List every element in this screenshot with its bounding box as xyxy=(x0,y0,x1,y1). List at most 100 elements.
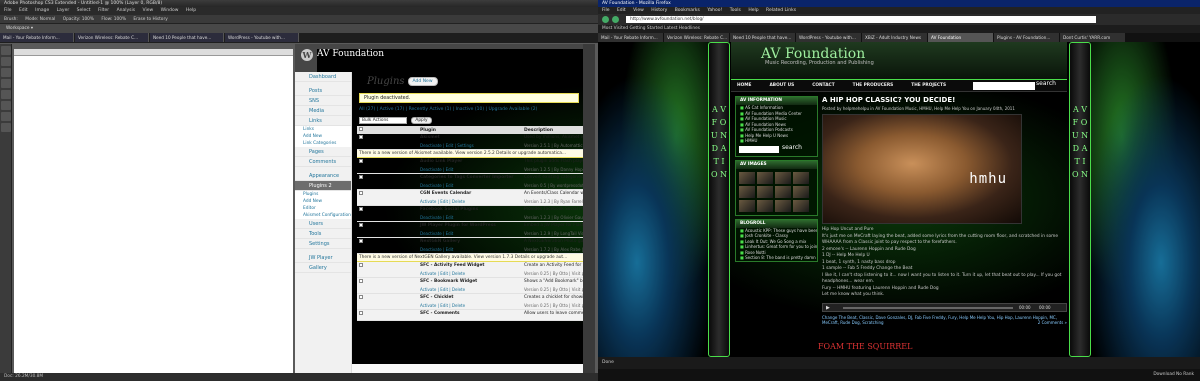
ps-menu-view[interactable]: View xyxy=(143,8,154,13)
workspace-button[interactable]: Workspace ▾ xyxy=(0,24,598,33)
sidebar-search-input[interactable] xyxy=(739,145,779,153)
thumbnail[interactable] xyxy=(739,185,755,198)
plugin-checkbox[interactable] xyxy=(357,221,418,238)
plugin-checkbox[interactable] xyxy=(357,237,418,254)
plugin-filters[interactable]: All (27) | Active (17) | Recently Active… xyxy=(359,106,579,114)
ff-menu-yahoo[interactable]: Yahoo! xyxy=(707,8,722,13)
document-canvas[interactable] xyxy=(14,56,293,374)
brush-option[interactable]: Brush: xyxy=(4,17,18,22)
ff-menu-view[interactable]: View xyxy=(633,8,644,13)
thumbnail[interactable] xyxy=(739,171,755,184)
opacity-option[interactable]: Opacity: 100% xyxy=(63,17,94,22)
plugin-actions[interactable]: Deactivate | Edit xyxy=(420,215,520,220)
sidebar-item-comments[interactable]: Comments xyxy=(295,157,351,167)
sidebar-item-jw-player[interactable]: JW Player xyxy=(295,253,351,263)
comments-link[interactable]: 2 Comments » xyxy=(1038,320,1067,326)
ps-tab[interactable]: Mail - Your Rebate Inform... xyxy=(0,33,74,42)
sidebar-sub-links[interactable]: Links xyxy=(295,126,351,133)
sidebar-item-pages[interactable]: Pages xyxy=(295,147,351,157)
ff-menu-file[interactable]: File xyxy=(602,8,610,13)
plugin-checkbox[interactable] xyxy=(357,157,418,174)
sidebar-sub-akismet-config[interactable]: Akismet Configuration xyxy=(295,212,351,219)
text-tool-icon[interactable] xyxy=(1,112,11,121)
thumbnail[interactable] xyxy=(775,199,791,212)
thumbnail[interactable] xyxy=(775,185,791,198)
sidebar-sub-add-new-link[interactable]: Add New xyxy=(295,133,351,140)
site-search-button[interactable]: search xyxy=(1036,80,1056,87)
sidebar-item-users[interactable]: Users xyxy=(295,219,351,229)
audio-player[interactable]: ▶ 00:00 00:00 xyxy=(822,302,1067,312)
blogroll-link[interactable]: Linhertus: Great form for you to join xyxy=(736,244,817,250)
ps-menu-help[interactable]: Help xyxy=(186,8,196,13)
sidebar-item-gallery[interactable]: Gallery xyxy=(295,263,351,273)
play-icon[interactable]: ▶ xyxy=(826,305,830,311)
sidebar-sub-link-categories[interactable]: Link Categories xyxy=(295,140,351,147)
ps-menu-filter[interactable]: Filter xyxy=(98,8,109,13)
plugin-actions[interactable]: Activate | Edit | Delete xyxy=(420,287,520,292)
hand-tool-icon[interactable] xyxy=(1,123,11,132)
plugin-version[interactable]: Version 1.2.5 | By Danny Hope | Visit pl… xyxy=(524,167,583,172)
ff-menu-related[interactable]: Related Links xyxy=(766,8,796,13)
ps-menu-analysis[interactable]: Analysis xyxy=(117,8,136,13)
plugin-version[interactable]: Version 1.2.9 | By LongTail Video Inc. |… xyxy=(524,231,583,236)
bulk-actions-select[interactable]: Bulk Actions xyxy=(359,117,407,124)
plugin-version[interactable]: Version 1.7.2 | By Alex Rabe | Visit plu… xyxy=(524,247,583,252)
flow-option[interactable]: Flow: 100% xyxy=(101,17,126,22)
ps-menu-image[interactable]: Image xyxy=(35,8,49,13)
ps-menu-layer[interactable]: Layer xyxy=(57,8,70,13)
browser-tab[interactable]: Dont Curtis' YARR.com xyxy=(1060,33,1125,42)
sidebar-search-button[interactable]: search xyxy=(782,144,802,151)
plugin-version[interactable]: Version 1.2.3 | By Olivier Gauvain | Vis… xyxy=(524,215,583,220)
plugin-version[interactable]: Version 0.5 | By wordpressdotorg | Visit… xyxy=(524,183,583,188)
thumbnail[interactable] xyxy=(793,185,809,198)
browser-tab[interactable]: Need 10 People that have... xyxy=(730,33,795,42)
nav-about[interactable]: ABOUT US xyxy=(769,80,794,92)
browser-tab[interactable]: WordPress - Youtube with... xyxy=(796,33,861,42)
move-tool-icon[interactable] xyxy=(1,46,11,55)
ps-menu-file[interactable]: File xyxy=(4,8,12,13)
thumbnail[interactable] xyxy=(757,171,773,184)
thumbnail[interactable] xyxy=(793,171,809,184)
nav-projects[interactable]: THE PROJECTS xyxy=(911,80,946,92)
apply-button[interactable]: Apply xyxy=(411,117,432,124)
ps-panel-strip[interactable] xyxy=(583,44,595,374)
sidebar-item-media[interactable]: Media xyxy=(295,106,351,116)
plugin-checkbox[interactable] xyxy=(357,261,418,278)
add-new-plugin-button[interactable]: Add New xyxy=(407,77,438,86)
sidebar-item-settings[interactable]: Settings xyxy=(295,239,351,249)
sidebar-item-dashboard[interactable]: Dashboard xyxy=(295,72,351,82)
sidebar-item-plugins[interactable]: Plugins 2 xyxy=(295,181,351,191)
forward-icon[interactable] xyxy=(612,16,619,23)
url-bar[interactable]: http://www.avfoundation.net/blog/ xyxy=(626,16,1096,23)
ff-menu-bookmarks[interactable]: Bookmarks xyxy=(675,8,700,13)
thumbnail[interactable] xyxy=(739,199,755,212)
plugin-version[interactable]: Version 0.25 | By Otto | Visit plugin si… xyxy=(524,303,583,308)
plugin-checkbox[interactable] xyxy=(357,173,418,190)
browser-tab[interactable]: Verizon Wireless: Rebate C... xyxy=(664,33,729,42)
plugin-version[interactable]: Version 1.2.3 | By Ryan Farrell | Visit … xyxy=(524,199,583,204)
nav-home[interactable]: HOME xyxy=(737,80,751,92)
plugin-checkbox[interactable] xyxy=(357,205,418,222)
post-tags-list[interactable]: Change The Beat, Classic, Dave Gonzales,… xyxy=(822,315,1057,326)
ff-menu-history[interactable]: History xyxy=(651,8,667,13)
plugin-actions[interactable]: Deactivate | Edit | Settings xyxy=(420,143,520,148)
nav-contact[interactable]: CONTACT xyxy=(812,80,834,92)
ps-menu-edit[interactable]: Edit xyxy=(19,8,28,13)
erase-history-option[interactable]: Erase to History xyxy=(133,17,167,22)
nav-producers[interactable]: THE PRODUCERS xyxy=(853,80,894,92)
plugin-actions[interactable]: Deactivate | Edit xyxy=(420,167,520,172)
crop-tool-icon[interactable] xyxy=(1,79,11,88)
plugin-actions[interactable]: Deactivate | Edit xyxy=(420,231,520,236)
plugin-actions[interactable]: Deactivate | Edit xyxy=(420,183,520,188)
plugin-version[interactable]: Version 0.25 | By Otto | Visit plugin si… xyxy=(524,271,583,276)
taskbar-right[interactable]: Download No Rank xyxy=(1153,369,1194,381)
ps-menu-window[interactable]: Window xyxy=(161,8,179,13)
browser-tab[interactable]: AV Foundation xyxy=(928,33,993,42)
thumbnail[interactable] xyxy=(793,199,809,212)
plugin-actions[interactable]: Activate | Edit | Delete xyxy=(420,199,520,204)
plugin-checkbox[interactable] xyxy=(357,293,418,310)
blogroll-link[interactable]: Section 8: The band is pretty damn good xyxy=(736,255,817,261)
player-progress-bar[interactable] xyxy=(843,306,1013,309)
thumbnail[interactable] xyxy=(775,171,791,184)
mode-option[interactable]: Mode: Normal xyxy=(25,17,55,22)
